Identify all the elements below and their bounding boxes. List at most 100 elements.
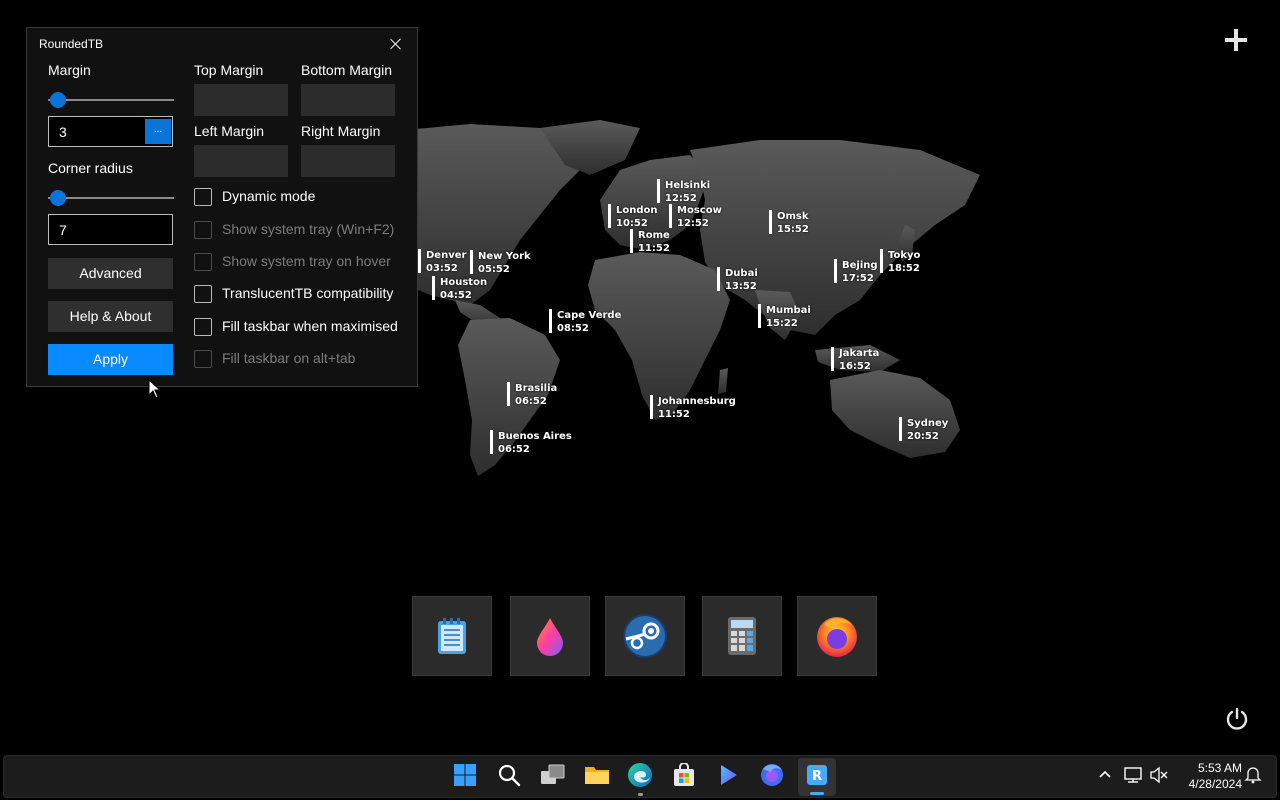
- left-margin-input[interactable]: [194, 145, 288, 177]
- city-marker: [432, 276, 435, 300]
- city-clock: Helsinki 12:52: [657, 179, 710, 205]
- corner-radius-slider-thumb[interactable]: [50, 190, 66, 206]
- city-marker: [758, 304, 761, 328]
- calculator-icon: [728, 617, 756, 655]
- city-time: 12:52: [677, 218, 709, 229]
- city-marker: [717, 267, 720, 291]
- city-marker: [657, 179, 660, 203]
- dock-calculator[interactable]: [702, 596, 782, 676]
- city-marker: [418, 249, 421, 273]
- top-margin-input[interactable]: [194, 84, 288, 116]
- bottom-margin-input[interactable]: [301, 84, 395, 116]
- edge-icon[interactable]: [627, 762, 653, 788]
- network-icon[interactable]: [1120, 762, 1146, 788]
- city-time: 17:52: [842, 273, 874, 284]
- city-name: Johannesburg: [658, 396, 736, 407]
- option-checkbox[interactable]: [194, 188, 212, 206]
- city-time: 03:52: [426, 263, 458, 274]
- city-name: Tokyo: [888, 250, 921, 261]
- margin-label: Margin: [48, 62, 91, 78]
- close-icon[interactable]: [385, 34, 407, 54]
- steam-icon: [623, 614, 667, 658]
- margin-slider[interactable]: [48, 92, 174, 108]
- notification-icon[interactable]: [1240, 762, 1266, 788]
- paint-drop-icon: [537, 618, 563, 656]
- media-player-icon[interactable]: [715, 762, 741, 788]
- city-time: 06:52: [498, 444, 530, 455]
- search-icon[interactable]: [496, 762, 522, 788]
- taskbar-firefox-icon[interactable]: [759, 762, 785, 788]
- power-icon[interactable]: [1224, 706, 1250, 732]
- option-checkbox[interactable]: [194, 285, 212, 303]
- dock-notepad[interactable]: [412, 596, 492, 676]
- city-name: Houston: [440, 277, 488, 288]
- city-name: Mumbai: [766, 305, 811, 316]
- city-marker: [880, 249, 883, 273]
- city-clock: Sydney 20:52: [899, 417, 948, 443]
- city-time: 15:52: [777, 224, 809, 235]
- city-marker: [899, 417, 902, 441]
- dock-paint[interactable]: [510, 596, 590, 676]
- advanced-button[interactable]: Advanced: [48, 258, 173, 289]
- city-time: 05:52: [478, 264, 510, 275]
- bottom-margin-label: Bottom Margin: [301, 62, 393, 78]
- dock-steam[interactable]: [605, 596, 685, 676]
- add-icon[interactable]: [1222, 26, 1250, 54]
- city-time: 20:52: [907, 431, 939, 442]
- store-icon[interactable]: [671, 762, 697, 788]
- city-clock: Bejing 17:52: [834, 259, 878, 285]
- city-name: New York: [478, 251, 531, 262]
- chevron-up-icon[interactable]: [1092, 762, 1118, 788]
- city-marker: [490, 430, 493, 454]
- city-clock: Cape Verde 08:52: [549, 309, 621, 335]
- city-name: Bejing: [842, 260, 878, 271]
- city-name: Brasilia: [515, 383, 558, 394]
- city-clock: Mumbai 15:22: [758, 304, 811, 330]
- madagascar: [718, 368, 728, 394]
- city-time: 08:52: [557, 323, 589, 334]
- city-clock: Rome 11:52: [630, 229, 670, 255]
- help-about-button[interactable]: Help & About: [48, 301, 173, 332]
- apply-button[interactable]: Apply: [48, 344, 173, 375]
- city-name: Sydney: [907, 418, 949, 429]
- dock-firefox[interactable]: [797, 596, 877, 676]
- city-name: Helsinki: [665, 180, 711, 191]
- city-marker: [669, 204, 672, 228]
- city-name: Rome: [638, 230, 670, 241]
- option-checkbox[interactable]: [194, 318, 212, 336]
- option-label: Show system tray on hover: [222, 253, 391, 269]
- margin-slider-thumb[interactable]: [50, 92, 66, 108]
- windows-start-icon[interactable]: [452, 762, 478, 788]
- option-label: Dynamic mode: [222, 188, 316, 204]
- volume-muted-icon[interactable]: [1146, 762, 1172, 788]
- notepad-icon: [438, 618, 466, 654]
- city-name: Denver: [426, 250, 467, 261]
- city-clock: Denver 03:52: [418, 249, 466, 275]
- city-marker: [549, 309, 552, 333]
- city-marker: [470, 250, 473, 274]
- corner-radius-label: Corner radius: [48, 160, 133, 176]
- right-margin-input[interactable]: [301, 145, 395, 177]
- file-explorer-icon[interactable]: [584, 762, 610, 788]
- city-marker: [608, 204, 611, 228]
- firefox-icon: [817, 617, 857, 657]
- city-marker: [630, 229, 633, 253]
- corner-radius-input[interactable]: 7: [48, 214, 173, 245]
- option-label: Show system tray (Win+F2): [222, 221, 395, 237]
- task-view-icon[interactable]: [540, 762, 566, 788]
- city-name: London: [616, 205, 658, 216]
- city-name: Moscow: [677, 205, 722, 216]
- taskbar-clock[interactable]: 5:53 AM 4/28/2024: [1176, 760, 1242, 792]
- city-clock: New York 05:52: [470, 250, 531, 276]
- option-label: Fill taskbar on alt+tab: [222, 350, 356, 366]
- option-checkbox: [194, 350, 212, 368]
- city-clock: Johannesburg 11:52: [650, 395, 736, 421]
- margin-more-button[interactable]: ...: [145, 119, 171, 144]
- australia: [830, 370, 960, 458]
- roundedtb-icon[interactable]: R: [804, 762, 830, 788]
- svg-text:R: R: [812, 769, 822, 784]
- city-name: Dubai: [725, 268, 758, 279]
- right-margin-label: Right Margin: [301, 123, 381, 139]
- corner-radius-slider[interactable]: [48, 190, 174, 206]
- city-time: 06:52: [515, 396, 547, 407]
